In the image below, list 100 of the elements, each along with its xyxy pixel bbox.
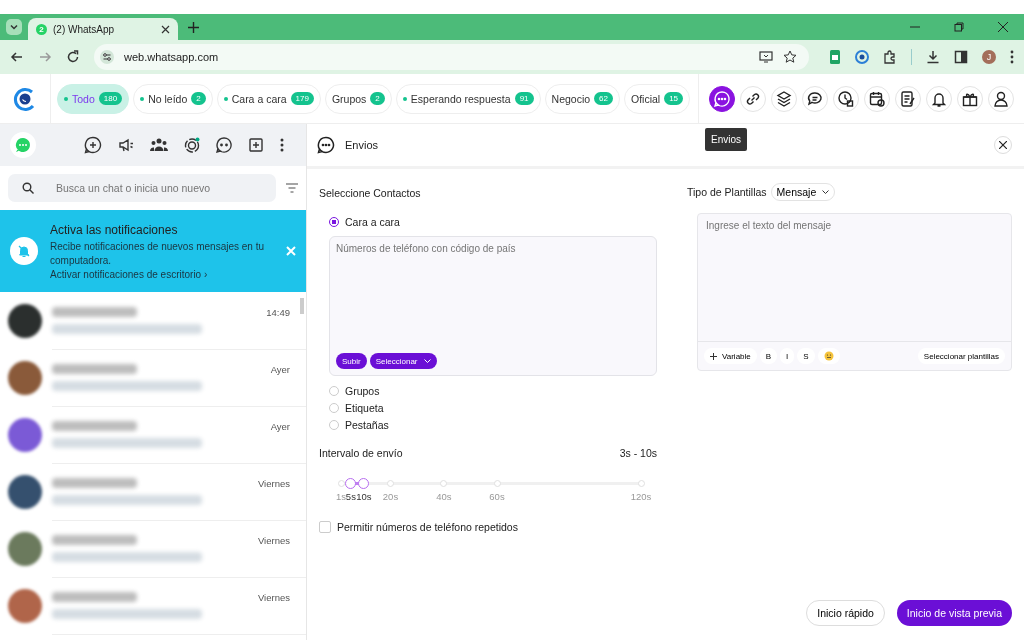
chat-list-item[interactable]: Ayer <box>0 349 306 406</box>
enable-notifications-link[interactable]: Activar notificaciones de escritorio › <box>50 268 208 280</box>
avatar-placeholder <box>8 474 42 509</box>
format-button[interactable]: S <box>797 348 815 364</box>
phone-numbers-field[interactable]: Números de teléfono con código de país Subir Seleccionar <box>329 236 657 376</box>
site-settings-icon[interactable] <box>100 50 114 64</box>
chat-list-item[interactable]: 14:49 <box>0 292 306 349</box>
restore-icon[interactable] <box>954 22 964 32</box>
message-field[interactable]: Ingrese el texto del mensaje Variable B I S Seleccionar plantillas <box>697 213 1012 371</box>
favicon-badge: 2 <box>36 23 47 35</box>
filter-tab[interactable]: Grupos 2 <box>324 83 392 114</box>
count-badge: 15 <box>664 92 684 105</box>
chat-list-item[interactable]: Viernes <box>0 577 306 634</box>
filter-tab[interactable]: Negocio 62 <box>544 83 620 114</box>
select-templates-button[interactable]: Seleccionar plantillas <box>917 348 1005 364</box>
close-button[interactable] <box>994 136 1012 154</box>
slider-range-handles[interactable] <box>345 478 370 489</box>
template-type-dropdown[interactable]: Mensaje <box>770 183 836 201</box>
chevron-down-icon <box>822 189 830 195</box>
filter-tab[interactable]: Esperando respuesta 91 <box>395 83 541 114</box>
format-button[interactable]: B <box>759 348 778 364</box>
tick-mark <box>493 480 501 487</box>
tick-label: 120s <box>630 491 652 502</box>
format-button[interactable]: Variable <box>704 348 757 364</box>
format-button[interactable]: I <box>780 348 795 364</box>
radio-option[interactable]: Pestañas <box>329 416 657 433</box>
tab-search-button[interactable] <box>6 19 22 35</box>
close-icon[interactable] <box>161 24 170 34</box>
community-icon[interactable] <box>150 137 168 153</box>
url-text: web.whatsapp.com <box>124 51 219 63</box>
layers-icon <box>775 89 793 108</box>
channel-chat-icon[interactable] <box>216 137 232 153</box>
chat-list-item[interactable]: Ayer <box>0 406 306 463</box>
chat-time: Ayer <box>270 420 290 432</box>
download-icon[interactable] <box>926 50 940 64</box>
search-input[interactable]: Busca un chat o inicia uno nuevo <box>54 181 262 195</box>
chat-time: Viernes <box>257 477 290 489</box>
browser-tab[interactable]: 2 (2) WhatsApp <box>28 18 178 40</box>
tab-title: (2) WhatsApp <box>53 23 116 35</box>
tick-mark <box>337 480 345 487</box>
tick-mark <box>440 480 448 487</box>
avatar-placeholder <box>8 588 42 623</box>
bell-off-icon <box>10 237 38 265</box>
extension-logo-icon[interactable] <box>855 50 869 64</box>
tick-label: 10s <box>356 491 372 502</box>
chat-list-item[interactable]: Viernes <box>0 520 306 577</box>
filter-tab[interactable]: Cara a cara 179 <box>216 83 321 114</box>
side-panel-icon[interactable] <box>954 50 968 64</box>
radio-button[interactable] <box>329 216 339 227</box>
quick-start-button[interactable]: Inicio rápido <box>806 600 885 626</box>
toolbar-button[interactable] <box>709 85 735 112</box>
tick-label: 20s <box>382 491 399 502</box>
chat-bubble-icon <box>713 89 731 108</box>
tick-label: 60s <box>489 491 505 502</box>
megaphone-icon[interactable] <box>118 137 134 153</box>
checkbox-option[interactable]: Permitir números de teléfono repetidos <box>319 521 657 533</box>
more-icon[interactable] <box>1010 50 1014 64</box>
status-icon[interactable] <box>184 137 200 153</box>
search-icon <box>22 182 34 194</box>
count-badge: 179 <box>290 92 314 105</box>
menu-icon[interactable] <box>280 138 284 152</box>
tick-label: 40s <box>436 491 452 502</box>
new-chat-icon[interactable] <box>84 136 102 154</box>
filter-tab[interactable]: Oficial 15 <box>624 83 691 114</box>
tick-label: 1s <box>336 491 346 502</box>
tick-mark <box>637 480 645 487</box>
chevron-down-icon <box>9 22 19 32</box>
reload-icon[interactable] <box>66 50 80 64</box>
radio-option[interactable]: Grupos <box>329 382 657 399</box>
back-icon[interactable] <box>10 50 24 64</box>
search-field[interactable]: Busca un chat o inicia uno nuevo <box>8 174 276 202</box>
chat-dots-icon <box>15 137 31 153</box>
checkbox[interactable] <box>319 521 331 533</box>
install-app-icon[interactable] <box>759 50 773 64</box>
select-dropdown[interactable]: Seleccionar <box>369 353 437 369</box>
star-icon[interactable] <box>783 50 797 64</box>
sheet-icon[interactable] <box>829 50 841 64</box>
chat-time: 14:49 <box>266 306 290 318</box>
new-tab-icon[interactable] <box>188 22 199 33</box>
puzzle-icon[interactable] <box>883 50 897 64</box>
interval-slider[interactable]: 1s5s10s 20s 40s 60s 120s <box>319 477 657 517</box>
count-badge: 91 <box>514 92 534 105</box>
document-icon <box>899 89 917 108</box>
avatar-placeholder <box>8 303 42 338</box>
radio-option[interactable]: Etiqueta <box>329 399 657 416</box>
profile-avatar[interactable]: J <box>982 50 996 64</box>
count-badge: 62 <box>594 92 613 105</box>
filter-tab[interactable]: Todo 180 <box>57 83 130 114</box>
close-icon[interactable] <box>998 22 1008 32</box>
upload-button[interactable]: Subir <box>336 353 367 369</box>
chat-time: Viernes <box>257 534 290 546</box>
address-bar[interactable]: web.whatsapp.com <box>94 44 809 70</box>
filter-tab[interactable]: No leído 2 <box>133 83 213 114</box>
tick-mark <box>387 480 394 487</box>
chat-list-item[interactable]: Viernes <box>0 463 306 520</box>
plus-icon <box>710 352 717 360</box>
count-badge: 2 <box>370 92 385 105</box>
add-square-icon[interactable] <box>248 137 264 153</box>
radio-option[interactable]: Cara a cara <box>329 213 657 230</box>
preview-button[interactable]: Inicio de vista previa <box>896 600 1012 626</box>
